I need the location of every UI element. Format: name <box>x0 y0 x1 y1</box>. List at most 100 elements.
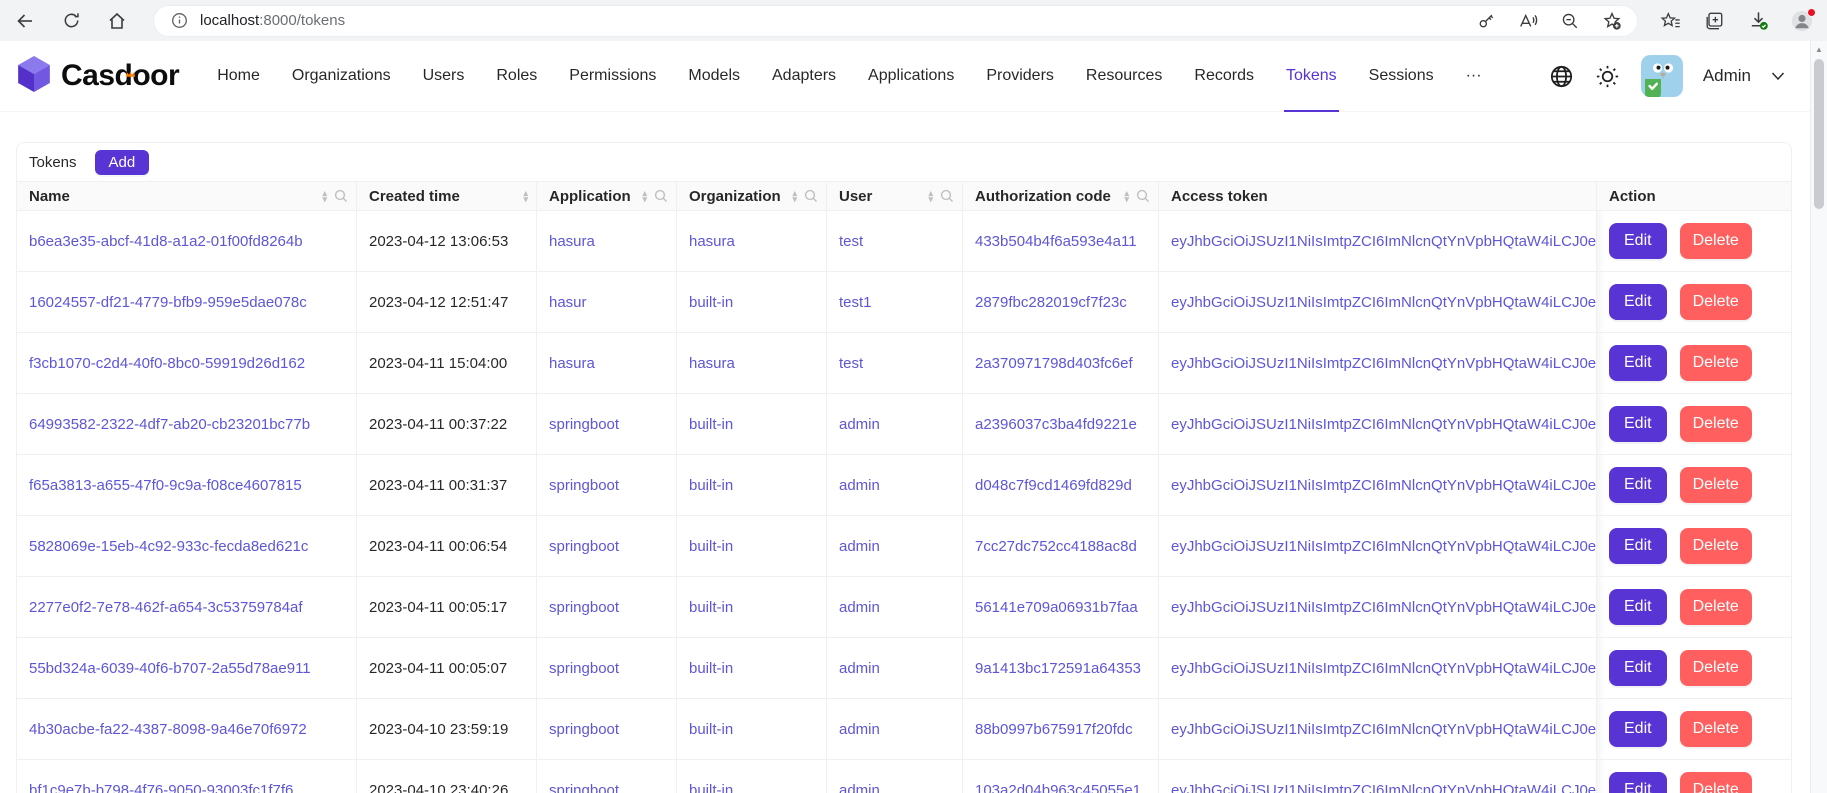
refresh-icon[interactable] <box>60 10 82 32</box>
menu-item-roles[interactable]: Roles <box>480 41 553 112</box>
search-icon[interactable] <box>940 189 954 203</box>
application-link[interactable]: springboot <box>549 660 619 677</box>
favorites-icon[interactable] <box>1659 10 1681 32</box>
application-link[interactable]: hasura <box>549 355 595 372</box>
token-name-link[interactable]: 55bd324a-6039-40f6-b707-2a55d78ae911 <box>29 660 311 677</box>
authorization-code-link[interactable]: a2396037c3ba4fd9221e <box>975 416 1137 433</box>
delete-button[interactable]: Delete <box>1680 406 1752 442</box>
application-link[interactable]: hasura <box>549 233 595 250</box>
add-button[interactable]: Add <box>95 150 150 175</box>
menu-item-applications[interactable]: Applications <box>852 41 970 112</box>
menu-item-models[interactable]: Models <box>672 41 756 112</box>
token-name-link[interactable]: 4b30acbe-fa22-4387-8098-9a46e70f6972 <box>29 721 307 738</box>
sort-icon[interactable]: ▴▾ <box>322 190 327 203</box>
user-link[interactable]: test <box>839 355 863 372</box>
user-avatar[interactable] <box>1641 55 1683 97</box>
application-link[interactable]: springboot <box>549 721 619 738</box>
organization-link[interactable]: built-in <box>689 416 733 433</box>
access-token-link[interactable]: eyJhbGciOiJSUzI1NiIsImtpZCI6ImNlcnQtYnVp… <box>1171 233 1597 250</box>
menu-item-adapters[interactable]: Adapters <box>756 41 852 112</box>
sort-icon[interactable]: ▴▾ <box>928 190 933 203</box>
organization-link[interactable]: built-in <box>689 599 733 616</box>
authorization-code-link[interactable]: 433b504b4f6a593e4a11 <box>975 233 1137 250</box>
access-token-link[interactable]: eyJhbGciOiJSUzI1NiIsImtpZCI6ImNlcnQtYnVp… <box>1171 355 1597 372</box>
authorization-code-link[interactable]: 88b0997b675917f20fdc <box>975 721 1133 738</box>
access-token-link[interactable]: eyJhbGciOiJSUzI1NiIsImtpZCI6ImNlcnQtYnVp… <box>1171 782 1597 793</box>
user-link[interactable]: admin <box>839 538 880 555</box>
info-icon[interactable] <box>168 10 190 32</box>
organization-link[interactable]: built-in <box>689 294 733 311</box>
application-link[interactable]: springboot <box>549 477 619 494</box>
user-link[interactable]: admin <box>839 721 880 738</box>
access-token-link[interactable]: eyJhbGciOiJSUzI1NiIsImtpZCI6ImNlcnQtYnVp… <box>1171 294 1597 311</box>
access-token-link[interactable]: eyJhbGciOiJSUzI1NiIsImtpZCI6ImNlcnQtYnVp… <box>1171 599 1597 616</box>
application-link[interactable]: springboot <box>549 538 619 555</box>
authorization-code-link[interactable]: 56141e709a06931b7faa <box>975 599 1138 616</box>
organization-link[interactable]: built-in <box>689 721 733 738</box>
access-token-link[interactable]: eyJhbGciOiJSUzI1NiIsImtpZCI6ImNlcnQtYnVp… <box>1171 477 1597 494</box>
organization-link[interactable]: built-in <box>689 538 733 555</box>
sort-icon[interactable]: ▴▾ <box>792 190 797 203</box>
token-name-link[interactable]: 64993582-2322-4df7-ab20-cb23201bc77b <box>29 416 310 433</box>
language-globe-icon[interactable] <box>1549 63 1575 89</box>
menu-item-organizations[interactable]: Organizations <box>276 41 407 112</box>
admin-username[interactable]: Admin <box>1703 66 1751 86</box>
menu-item-permissions[interactable]: Permissions <box>553 41 672 112</box>
edit-button[interactable]: Edit <box>1609 711 1667 747</box>
delete-button[interactable]: Delete <box>1680 467 1752 503</box>
authorization-code-link[interactable]: 9a1413bc172591a64353 <box>975 660 1141 677</box>
back-icon[interactable] <box>14 10 36 32</box>
search-icon[interactable] <box>654 189 668 203</box>
application-link[interactable]: springboot <box>549 782 619 793</box>
access-token-link[interactable]: eyJhbGciOiJSUzI1NiIsImtpZCI6ImNlcnQtYnVp… <box>1171 721 1597 738</box>
user-link[interactable]: admin <box>839 477 880 494</box>
sort-icon[interactable]: ▴▾ <box>523 190 528 203</box>
scroll-up-icon[interactable]: ▲ <box>1811 41 1827 57</box>
address-bar[interactable]: localhost:8000/tokens <box>154 6 1637 36</box>
authorization-code-link[interactable]: 2a370971798d403fc6ef <box>975 355 1133 372</box>
application-link[interactable]: springboot <box>549 599 619 616</box>
casdoor-logo[interactable]: Casdoor <box>16 55 179 98</box>
password-key-icon[interactable] <box>1475 10 1497 32</box>
chevron-down-icon[interactable] <box>1771 71 1785 81</box>
edit-button[interactable]: Edit <box>1609 467 1667 503</box>
organization-link[interactable]: built-in <box>689 782 733 793</box>
page-scrollbar[interactable]: ▲ <box>1810 41 1827 793</box>
authorization-code-link[interactable]: 2879fbc282019cf7f23c <box>975 294 1127 311</box>
delete-button[interactable]: Delete <box>1680 223 1752 259</box>
search-icon[interactable] <box>804 189 818 203</box>
user-link[interactable]: admin <box>839 660 880 677</box>
token-name-link[interactable]: f3cb1070-c2d4-40f0-8bc0-59919d26d162 <box>29 355 305 372</box>
authorization-code-link[interactable]: 103a2d04b963c45055e1 <box>975 782 1141 793</box>
menu-item-resources[interactable]: Resources <box>1070 41 1178 112</box>
application-link[interactable]: springboot <box>549 416 619 433</box>
organization-link[interactable]: built-in <box>689 477 733 494</box>
sort-icon[interactable]: ▴▾ <box>1124 190 1129 203</box>
edit-button[interactable]: Edit <box>1609 589 1667 625</box>
edit-button[interactable]: Edit <box>1609 650 1667 686</box>
sort-icon[interactable]: ▴▾ <box>642 190 647 203</box>
delete-button[interactable]: Delete <box>1680 345 1752 381</box>
token-name-link[interactable]: 2277e0f2-7e78-462f-a654-3c53759784af <box>29 599 303 616</box>
delete-button[interactable]: Delete <box>1680 284 1752 320</box>
edit-button[interactable]: Edit <box>1609 528 1667 564</box>
search-icon[interactable] <box>1136 189 1150 203</box>
zoom-out-icon[interactable] <box>1559 10 1581 32</box>
delete-button[interactable]: Delete <box>1680 650 1752 686</box>
edit-button[interactable]: Edit <box>1609 223 1667 259</box>
user-link[interactable]: admin <box>839 416 880 433</box>
menu-item-more[interactable]: ··· <box>1450 41 1498 112</box>
application-link[interactable]: hasur <box>549 294 587 311</box>
token-name-link[interactable]: 5828069e-15eb-4c92-933c-fecda8ed621c <box>29 538 308 555</box>
user-link[interactable]: admin <box>839 599 880 616</box>
delete-button[interactable]: Delete <box>1680 528 1752 564</box>
organization-link[interactable]: built-in <box>689 660 733 677</box>
menu-item-users[interactable]: Users <box>407 41 481 112</box>
search-icon[interactable] <box>334 189 348 203</box>
delete-button[interactable]: Delete <box>1680 711 1752 747</box>
token-name-link[interactable]: 16024557-df21-4779-bfb9-959e5dae078c <box>29 294 307 311</box>
user-link[interactable]: admin <box>839 782 880 793</box>
access-token-link[interactable]: eyJhbGciOiJSUzI1NiIsImtpZCI6ImNlcnQtYnVp… <box>1171 538 1597 555</box>
user-link[interactable]: test1 <box>839 294 872 311</box>
add-favorite-icon[interactable] <box>1601 10 1623 32</box>
